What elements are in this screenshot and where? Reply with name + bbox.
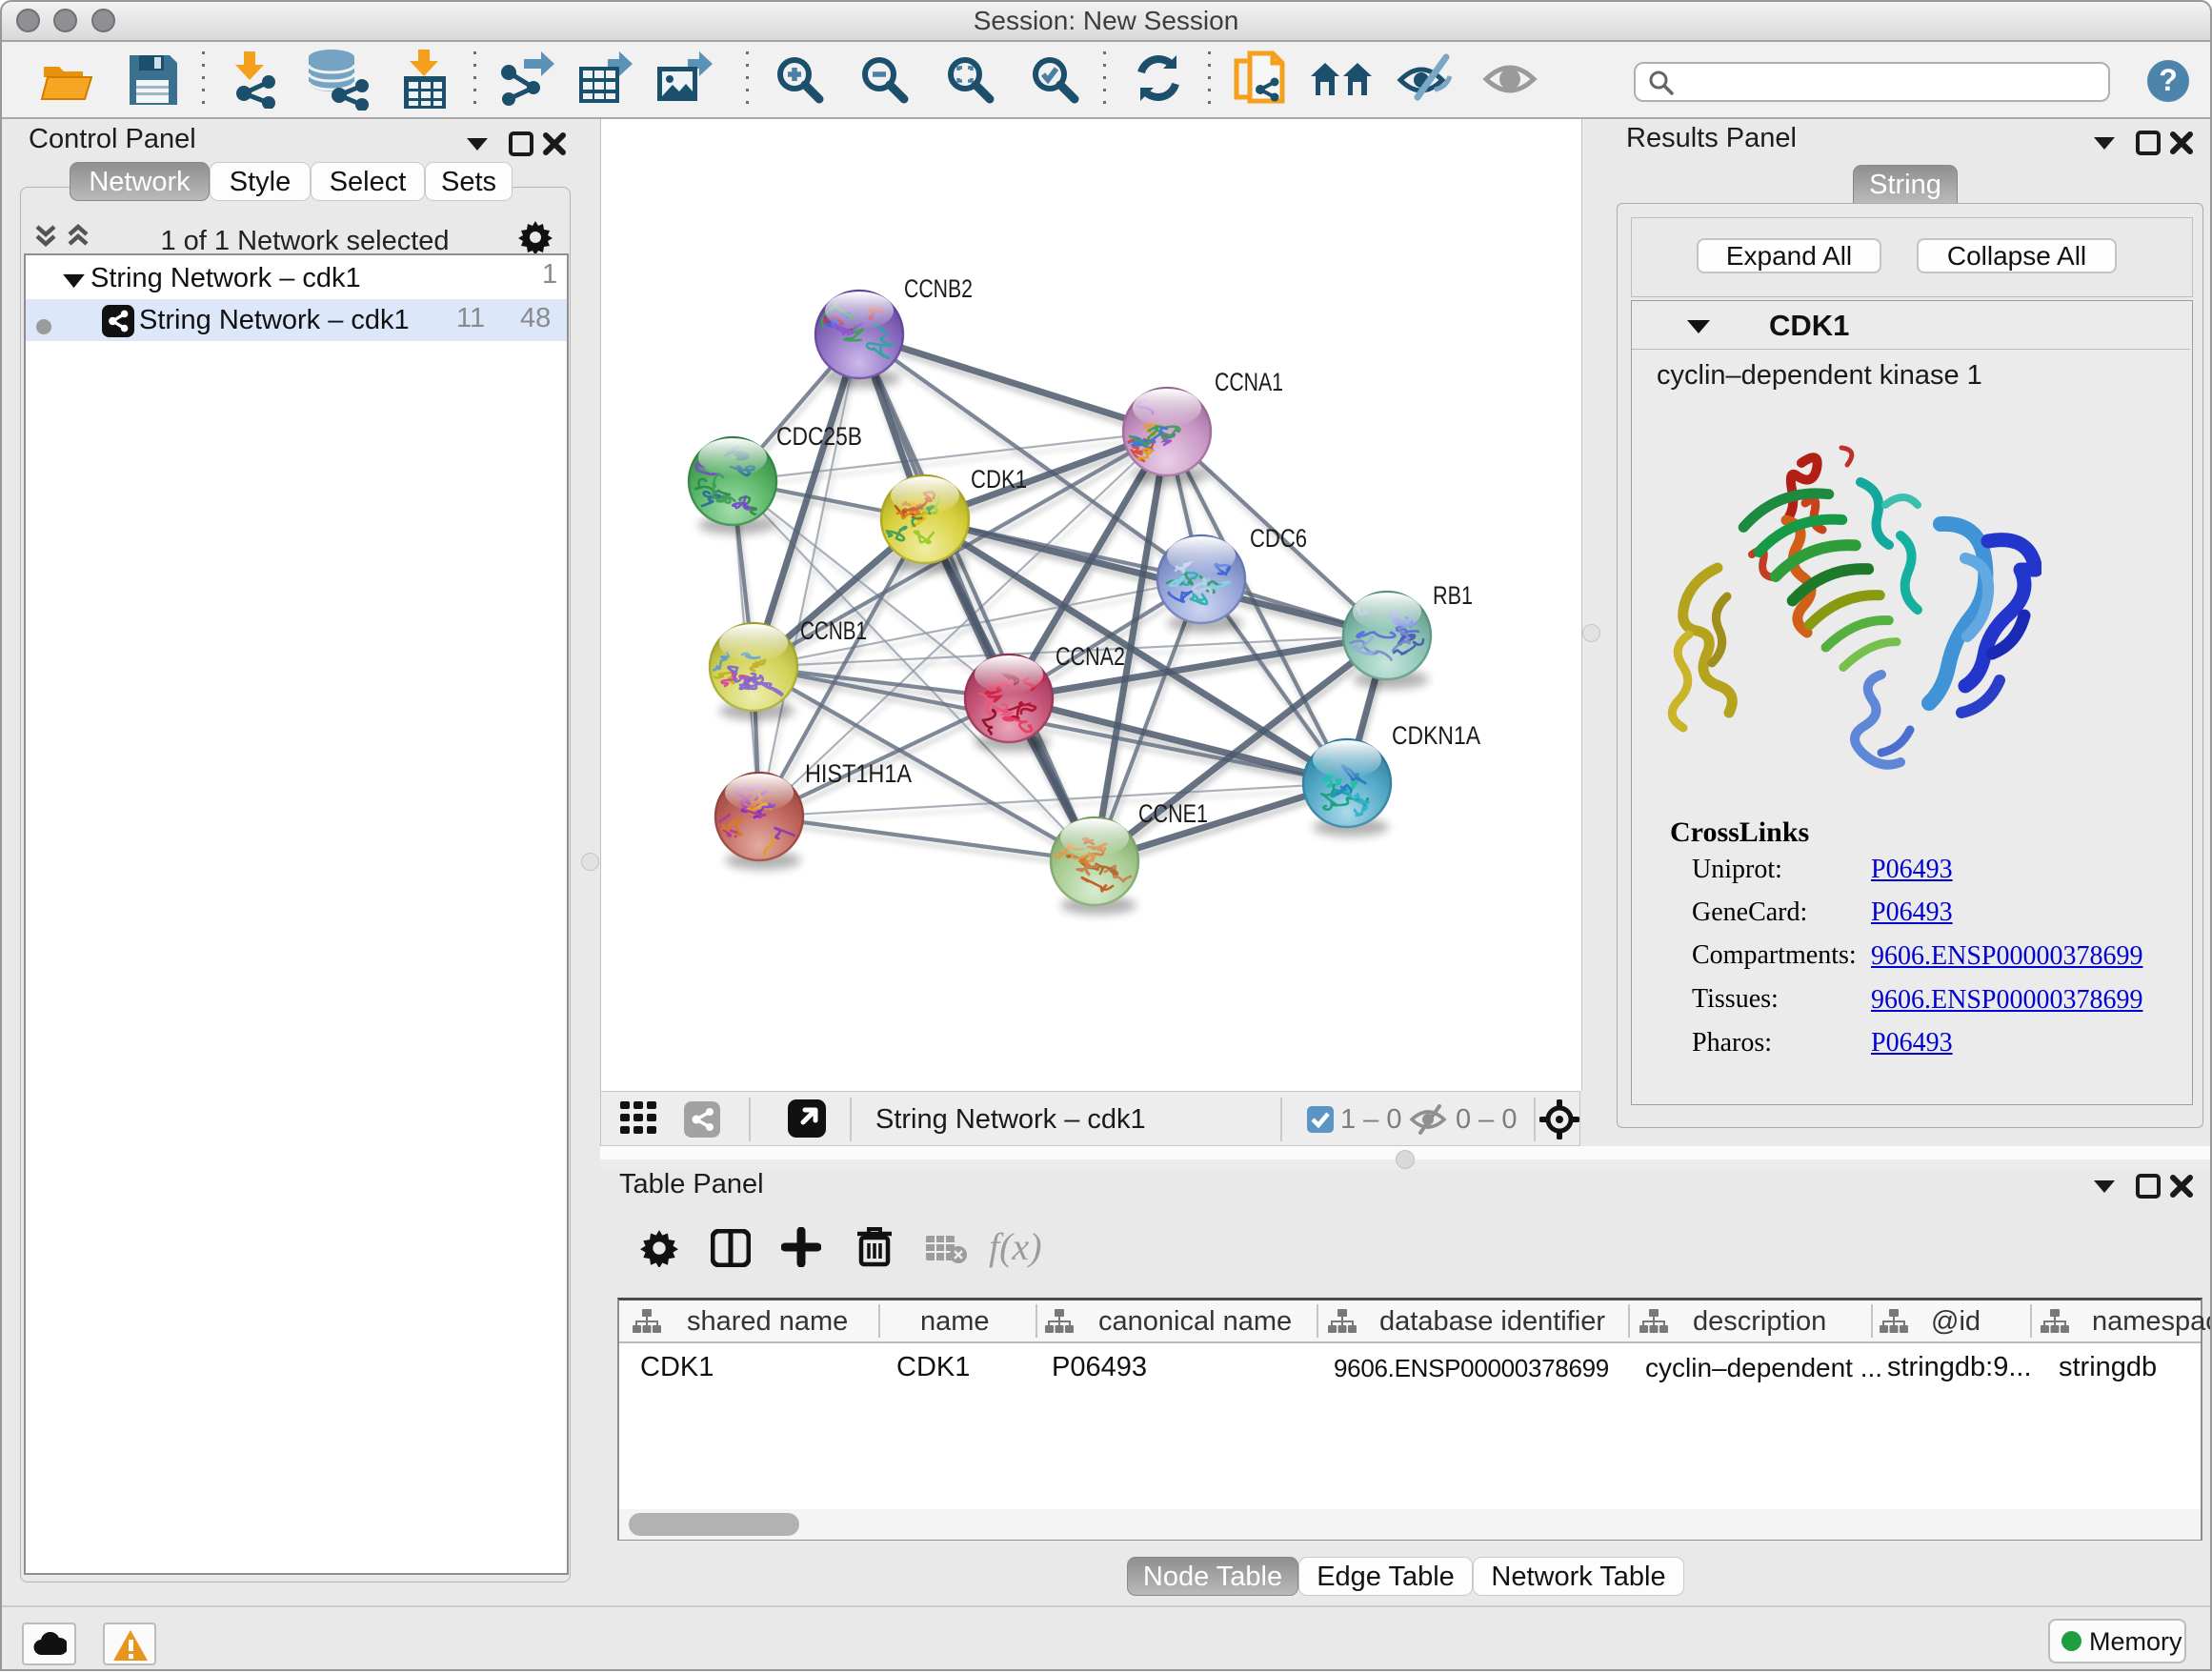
svg-text:CCNA2: CCNA2 [1056,642,1125,671]
svg-text:CCNE1: CCNE1 [1138,799,1208,828]
svg-text:CDKN1A: CDKN1A [1392,721,1480,750]
svg-text:CCNB1: CCNB1 [800,616,867,645]
svg-text:RB1: RB1 [1433,581,1473,610]
svg-text:CCNA1: CCNA1 [1215,368,1283,396]
svg-text:HIST1H1A: HIST1H1A [805,759,912,788]
svg-text:CDC6: CDC6 [1250,524,1307,553]
svg-text:CCNB2: CCNB2 [904,274,973,303]
svg-text:?: ? [2159,63,2178,97]
svg-text:CDC25B: CDC25B [776,422,862,451]
svg-text:CDK1: CDK1 [971,465,1027,494]
